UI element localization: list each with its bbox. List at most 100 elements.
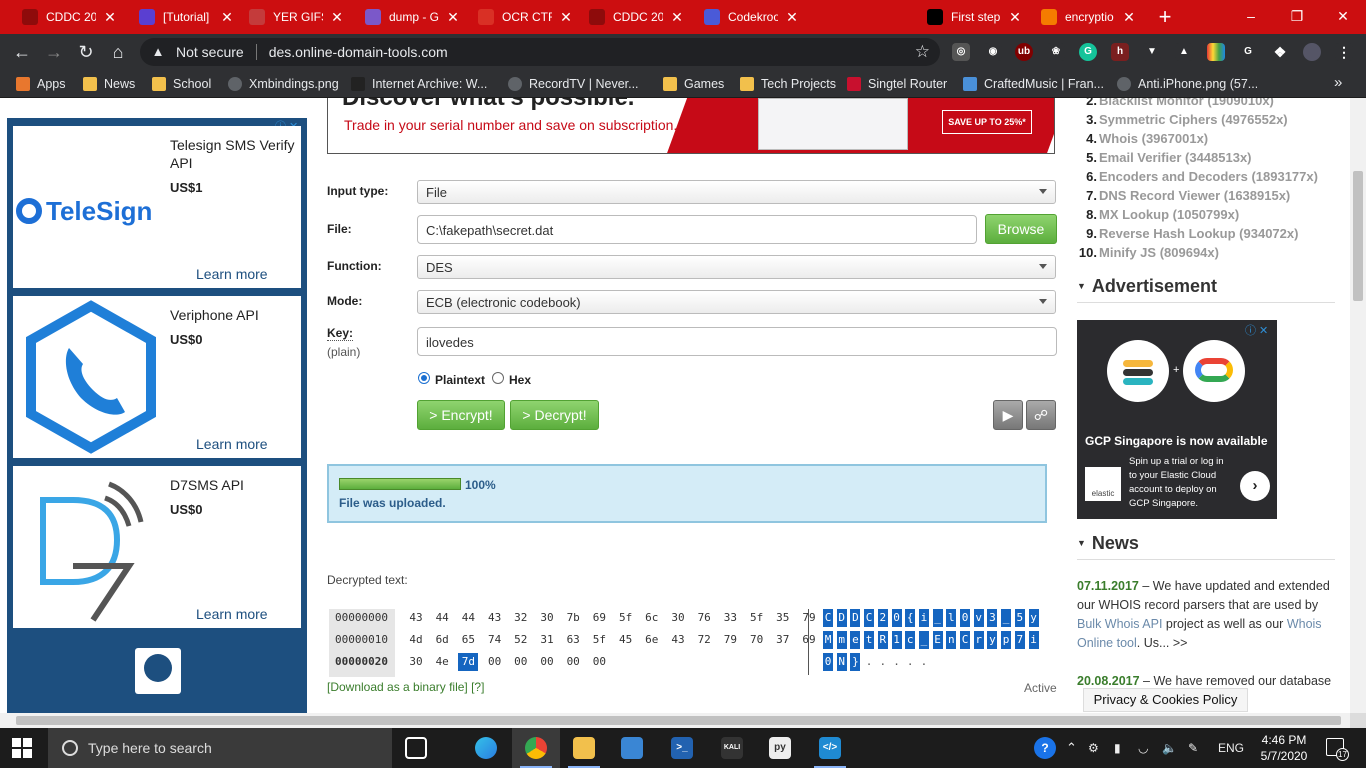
restore-icon[interactable]: ❐ (1274, 0, 1320, 34)
gcp-ad-title[interactable]: GCP Singapore is now available (1085, 434, 1268, 448)
bookmark-item[interactable]: News (83, 75, 143, 93)
ascii-char[interactable]: M (823, 631, 833, 649)
hex-byte[interactable]: 30 (406, 653, 426, 671)
hex-byte[interactable]: 43 (668, 631, 688, 649)
bookmark-item[interactable]: Xmbindings.png (228, 75, 343, 93)
learn-more-link[interactable]: Learn more (196, 436, 268, 452)
hex-byte[interactable]: 31 (537, 631, 557, 649)
top-tool-item[interactable]: 2. Blacklist Monitor (1909010x) (1077, 98, 1274, 108)
vue-devtools-icon[interactable]: ▼ (1143, 43, 1161, 61)
notification-icon[interactable]: 17 (1326, 738, 1349, 761)
ascii-char[interactable]: R (877, 631, 888, 649)
ascii-char[interactable]: . (864, 653, 874, 671)
hex-byte[interactable]: 5f (616, 609, 636, 627)
address-bar[interactable]: ▲ Not secure des.online-domain-tools.com… (140, 38, 940, 66)
ad-d7sms[interactable]: D7SMS API US$0 Learn more (13, 466, 301, 628)
tab-close-icon[interactable]: ✕ (329, 9, 345, 26)
hex-byte[interactable]: 30 (537, 609, 557, 627)
not-secure-label[interactable]: Not secure (176, 44, 244, 60)
back-icon[interactable]: ← (8, 38, 36, 66)
hex-byte[interactable]: 70 (747, 631, 767, 649)
tool-name[interactable]: Minify JS (1099, 245, 1156, 260)
wifi-icon[interactable]: ◡ (1138, 728, 1148, 768)
ascii-char[interactable]: y (987, 631, 998, 649)
key-field[interactable]: ilovedes (417, 327, 1057, 356)
hex-byte[interactable]: 44 (432, 609, 452, 627)
bookmark-item[interactable]: RecordTV | Never... (508, 75, 654, 93)
browser-tab[interactable]: YER GIFS ✕ (241, 0, 353, 34)
extension-shield-icon[interactable]: ◎ (952, 43, 970, 61)
extension-h-icon[interactable]: h (1111, 43, 1129, 61)
hex-byte[interactable]: 00 (589, 653, 609, 671)
hex-byte[interactable]: 69 (589, 609, 609, 627)
ascii-char[interactable]: { (905, 609, 916, 627)
top-tool-item[interactable]: 7. DNS Record Viewer (1638915x) (1077, 188, 1290, 203)
ascii-char[interactable]: } (850, 653, 861, 671)
extension-bug-icon[interactable]: ❀ (1047, 43, 1065, 61)
encrypt-button[interactable]: > Encrypt! (417, 400, 505, 430)
ascii-char[interactable]: p (1001, 631, 1012, 649)
ascii-char[interactable]: l (946, 609, 957, 627)
bulk-whois-link[interactable]: Bulk Whois API (1077, 617, 1162, 631)
news-more-link[interactable]: . Us... >> (1137, 636, 1188, 650)
ascii-char[interactable]: . (878, 653, 888, 671)
tab-close-icon[interactable]: ✕ (445, 9, 461, 26)
bookmark-item[interactable]: Games (663, 75, 728, 93)
horizontal-scrollbar[interactable] (0, 713, 1350, 728)
hex-byte[interactable]: 43 (485, 609, 505, 627)
top-tool-item[interactable]: 6. Encoders and Decoders (1893177x) (1077, 169, 1318, 184)
top-tool-item[interactable]: 4. Whois (3967001x) (1077, 131, 1208, 146)
ascii-char[interactable]: _ (918, 631, 929, 649)
ad-title[interactable]: Veriphone API (170, 306, 295, 324)
tab-close-icon[interactable]: ✕ (784, 9, 800, 26)
hex-byte[interactable]: 32 (511, 609, 531, 627)
hex-byte[interactable]: 72 (694, 631, 714, 649)
kali-icon[interactable]: KALI (708, 728, 756, 768)
battery-icon[interactable]: ▮ (1114, 728, 1121, 768)
clock[interactable]: 4:46 PM 5/7/2020 (1254, 732, 1314, 764)
hex-byte[interactable]: 5f (589, 631, 609, 649)
ascii-char[interactable]: i (918, 609, 929, 627)
ascii-char[interactable]: D (836, 609, 847, 627)
ad-veriphone[interactable]: Veriphone API US$0 Learn more (13, 296, 301, 458)
hex-byte[interactable]: 00 (563, 653, 583, 671)
ascii-char[interactable]: C (864, 609, 875, 627)
hex-viewer[interactable]: 00000000 43 44 44 43 32 30 7b 69 5f 6c 30 76 33 5f 35 79… (329, 609, 1059, 677)
tab-close-icon[interactable]: ✕ (219, 9, 235, 26)
plaintext-radio[interactable] (418, 372, 430, 384)
control-panel-icon[interactable] (608, 728, 656, 768)
edge-icon[interactable] (462, 728, 510, 768)
ascii-char[interactable]: _ (932, 609, 943, 627)
task-view-icon[interactable] (392, 728, 440, 768)
tool-name[interactable]: Reverse Hash Lookup (1099, 226, 1236, 241)
grammarly-icon[interactable]: G (1079, 43, 1097, 61)
hex-byte[interactable]: 00 (485, 653, 505, 671)
new-tab-icon[interactable]: + (1152, 4, 1178, 30)
more-bookmarks-icon[interactable]: » (1334, 74, 1342, 91)
extension-g-icon[interactable]: G (1239, 43, 1257, 61)
tool-name[interactable]: Email Verifier (1099, 150, 1181, 165)
forward-icon[interactable]: → (40, 38, 68, 66)
tool-name[interactable]: DNS Record Viewer (1099, 188, 1220, 203)
hex-byte[interactable]: 65 (458, 631, 478, 649)
taskbar-search[interactable]: Type here to search (48, 728, 392, 768)
ascii-char[interactable]: n (946, 631, 957, 649)
link-icon[interactable]: ☍ (1026, 400, 1056, 430)
tool-name[interactable]: Encoders and Decoders (1099, 169, 1248, 184)
ascii-char[interactable]: 5 (1014, 609, 1025, 627)
ascii-char[interactable]: 0 (891, 609, 902, 627)
home-icon[interactable]: ⌂ (104, 38, 132, 66)
hex-byte[interactable]: 4e (432, 653, 452, 671)
learn-more-link[interactable]: Learn more (196, 606, 268, 622)
warning-icon[interactable]: ▲ (150, 44, 166, 60)
ascii-char[interactable]: . (892, 653, 902, 671)
tab-close-icon[interactable]: ✕ (1007, 9, 1023, 26)
steam-icon[interactable]: ⚙ (1088, 728, 1099, 768)
browser-tab[interactable]: Codekroo ✕ (696, 0, 808, 34)
hex-byte[interactable]: 00 (537, 653, 557, 671)
hex-byte[interactable]: 79 (720, 631, 740, 649)
vertical-scrollbar[interactable] (1350, 98, 1366, 713)
hex-byte[interactable]: 74 (485, 631, 505, 649)
bookmark-item[interactable]: School (152, 75, 218, 93)
hex-byte[interactable]: 4d (406, 631, 426, 649)
